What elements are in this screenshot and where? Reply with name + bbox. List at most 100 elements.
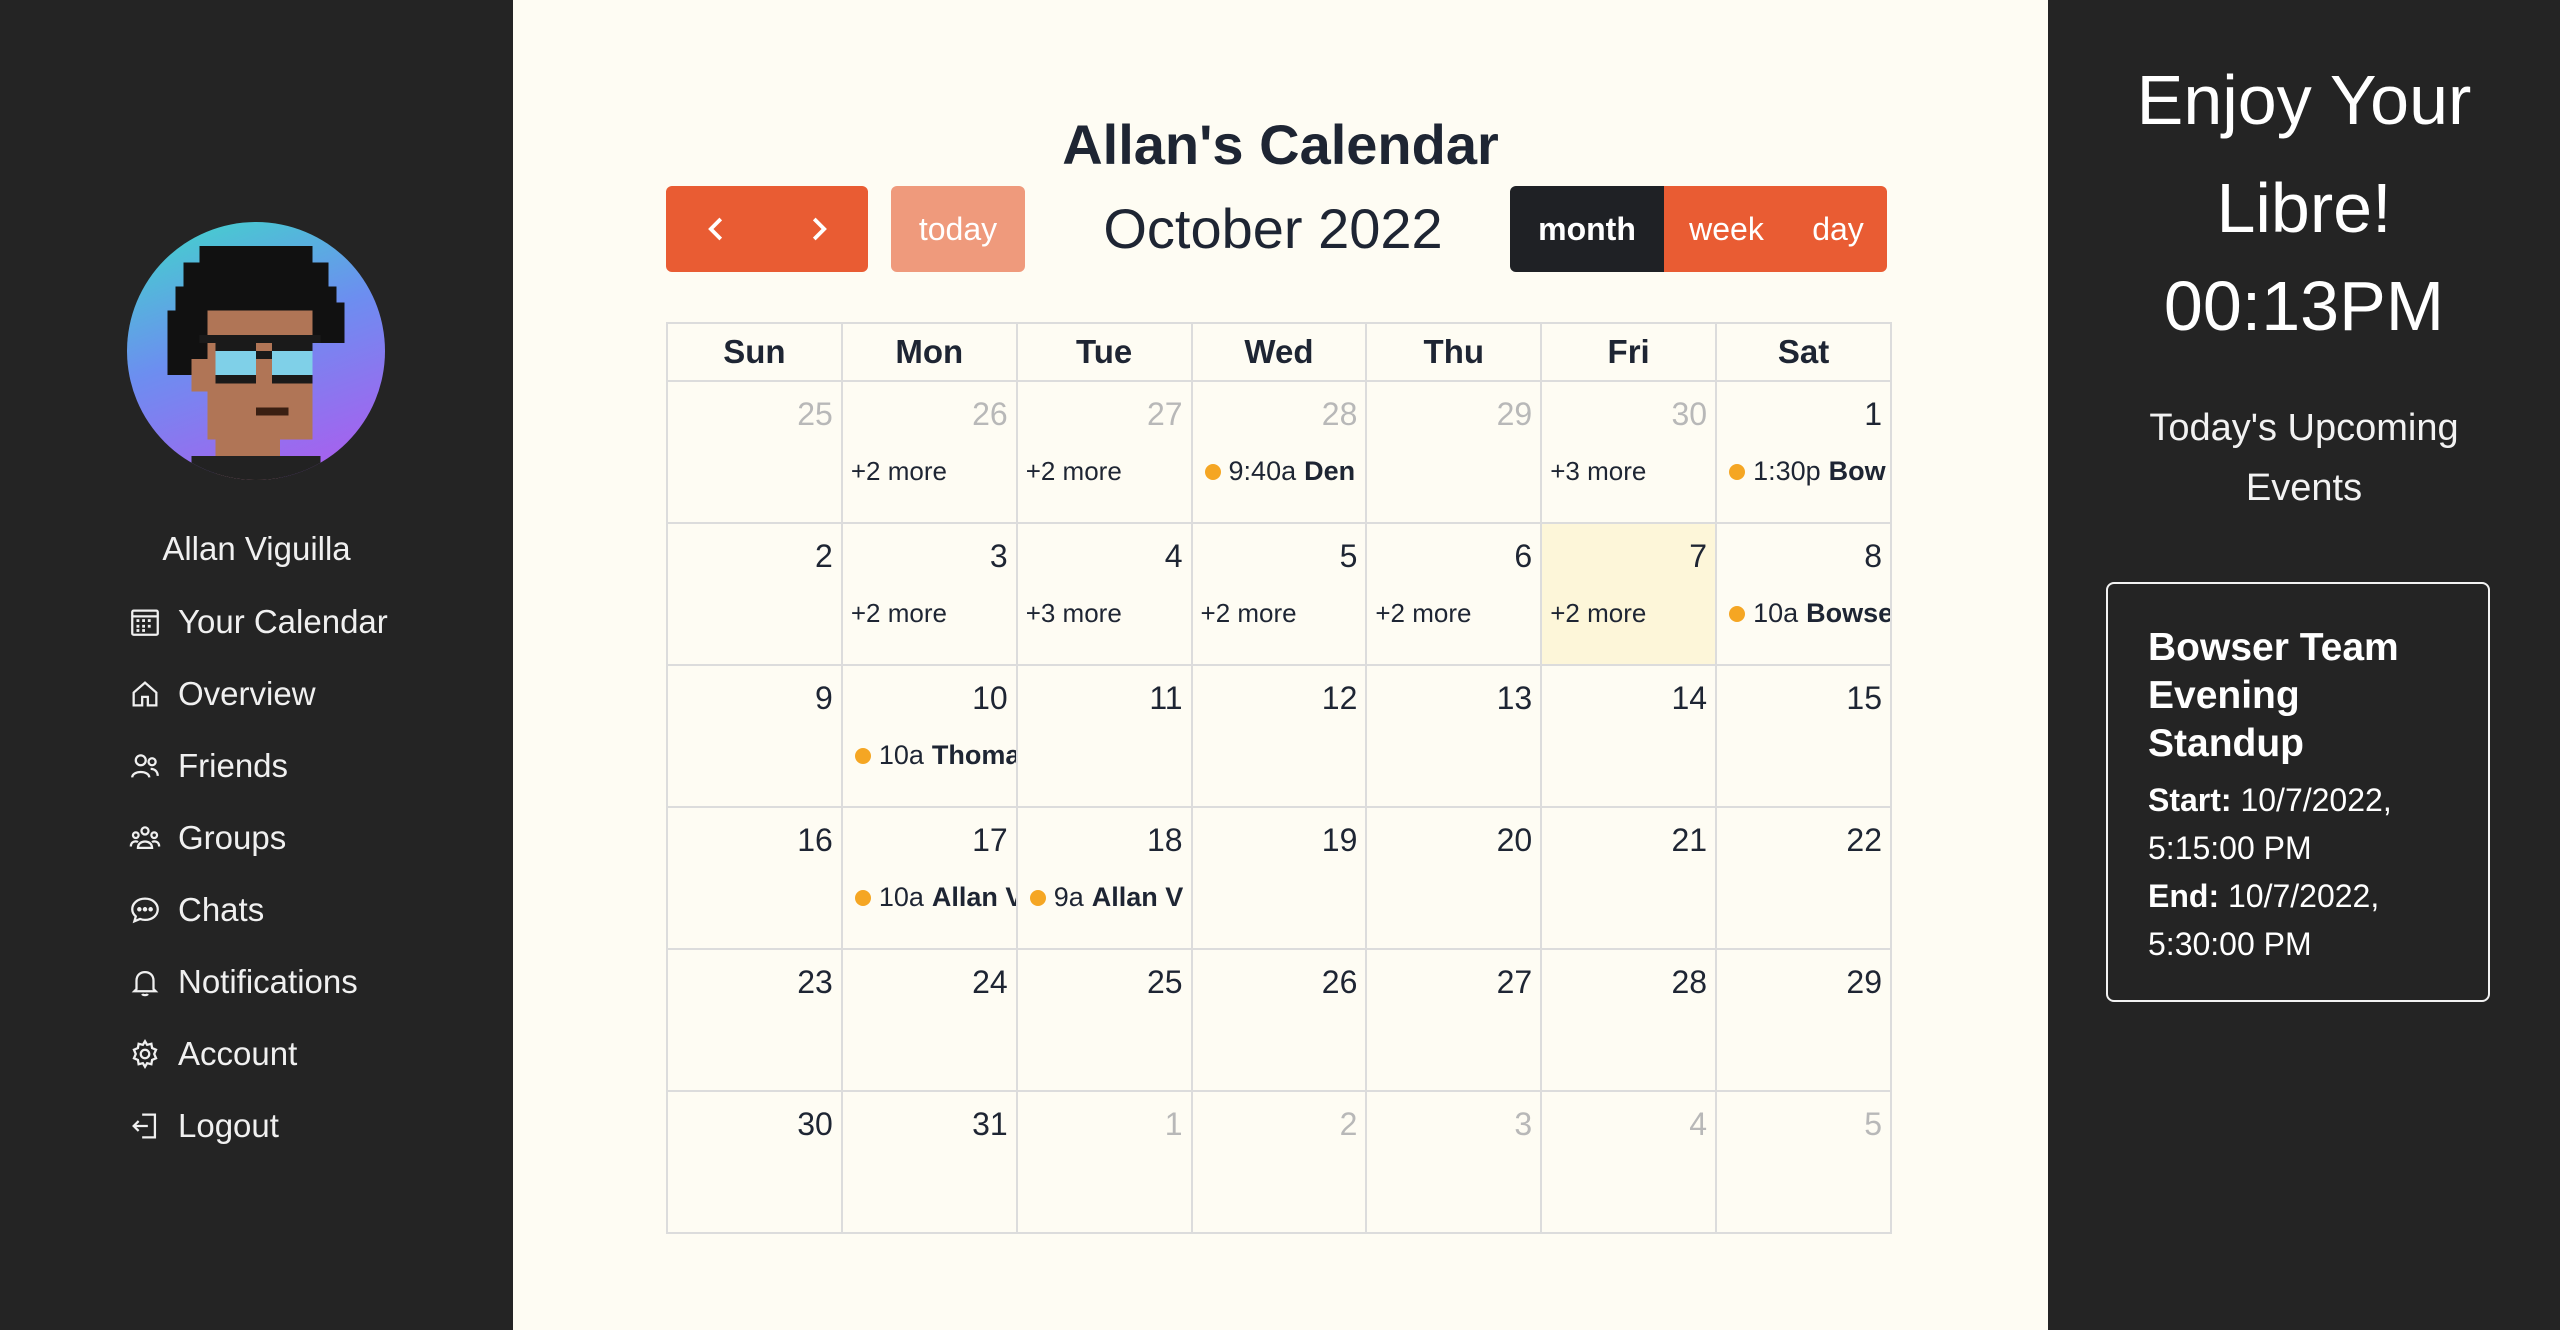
day-cell[interactable]: 7 +2 more (1540, 522, 1718, 666)
day-cell[interactable]: 4 (1540, 1090, 1718, 1234)
day-cell[interactable]: 15 (1715, 664, 1892, 808)
more-events-link[interactable]: +2 more (1194, 598, 1365, 629)
day-number[interactable]: 13 (1368, 667, 1539, 722)
day-number[interactable]: 8 (1718, 525, 1889, 580)
day-cell[interactable]: 18 9a Allan V (1015, 806, 1193, 950)
day-number[interactable]: 30 (669, 1093, 840, 1148)
day-number[interactable]: 31 (844, 1093, 1015, 1148)
day-number[interactable]: 27 (1368, 951, 1539, 1006)
day-number[interactable]: 28 (1194, 383, 1365, 438)
day-number[interactable]: 21 (1543, 809, 1714, 864)
day-cell[interactable]: 27 (1365, 948, 1543, 1092)
day-number[interactable]: 26 (1194, 951, 1365, 1006)
day-number[interactable]: 3 (844, 525, 1015, 580)
day-cell[interactable]: 6 +2 more (1365, 522, 1543, 666)
day-number[interactable]: 3 (1368, 1093, 1539, 1148)
day-number[interactable]: 18 (1019, 809, 1190, 864)
calendar-event[interactable]: 10a Bowse (1718, 598, 1889, 629)
day-number[interactable]: 10 (844, 667, 1015, 722)
more-events-link[interactable]: +2 more (1019, 456, 1190, 487)
day-cell[interactable]: 28 9:40a Den (1190, 380, 1368, 524)
day-number[interactable]: 27 (1019, 383, 1190, 438)
view-day-button[interactable]: day (1789, 186, 1887, 272)
view-month-button[interactable]: month (1510, 186, 1664, 272)
next-month-button[interactable] (767, 186, 868, 272)
day-number[interactable]: 9 (669, 667, 840, 722)
view-week-button[interactable]: week (1664, 186, 1789, 272)
day-number[interactable]: 26 (844, 383, 1015, 438)
calendar-event[interactable]: 9:40a Den (1194, 456, 1365, 487)
day-cell[interactable]: 14 (1540, 664, 1718, 808)
day-number[interactable]: 25 (669, 383, 840, 438)
day-cell[interactable]: 20 (1365, 806, 1543, 950)
day-number[interactable]: 20 (1368, 809, 1539, 864)
day-cell[interactable]: 22 (1715, 806, 1892, 950)
day-cell[interactable]: 17 10a Allan V (840, 806, 1018, 950)
day-cell[interactable]: 1 1:30p Bow (1715, 380, 1892, 524)
sidebar-item-account[interactable]: Account (128, 1018, 388, 1090)
sidebar-item-groups[interactable]: Groups (128, 802, 388, 874)
day-cell[interactable]: 26 (1190, 948, 1368, 1092)
day-cell[interactable]: 24 (840, 948, 1018, 1092)
avatar[interactable] (127, 222, 385, 480)
day-cell[interactable]: 31 (840, 1090, 1018, 1234)
day-cell[interactable]: 5 +2 more (1190, 522, 1368, 666)
day-number[interactable]: 15 (1718, 667, 1889, 722)
calendar-event[interactable]: 1:30p Bow (1718, 456, 1889, 487)
day-cell[interactable]: 30 +3 more (1540, 380, 1718, 524)
day-number[interactable]: 22 (1718, 809, 1889, 864)
day-cell[interactable]: 30 (666, 1090, 843, 1234)
day-cell[interactable]: 4 +3 more (1015, 522, 1193, 666)
day-number[interactable]: 17 (844, 809, 1015, 864)
prev-month-button[interactable] (666, 186, 767, 272)
day-number[interactable]: 30 (1543, 383, 1714, 438)
more-events-link[interactable]: +2 more (844, 456, 1015, 487)
day-cell[interactable]: 29 (1715, 948, 1892, 1092)
sidebar-item-chats[interactable]: Chats (128, 874, 388, 946)
day-cell[interactable]: 3 (1365, 1090, 1543, 1234)
day-cell[interactable]: 12 (1190, 664, 1368, 808)
day-number[interactable]: 5 (1718, 1093, 1889, 1148)
day-number[interactable]: 5 (1194, 525, 1365, 580)
day-number[interactable]: 2 (1194, 1093, 1365, 1148)
day-number[interactable]: 29 (1718, 951, 1889, 1006)
day-number[interactable]: 6 (1368, 525, 1539, 580)
sidebar-item-friends[interactable]: Friends (128, 730, 388, 802)
day-cell[interactable]: 2 (666, 522, 843, 666)
sidebar-item-your-calendar[interactable]: Your Calendar (128, 586, 388, 658)
day-number[interactable]: 11 (1019, 667, 1190, 722)
day-cell[interactable]: 27 +2 more (1015, 380, 1193, 524)
day-cell[interactable]: 5 (1715, 1090, 1892, 1234)
day-cell[interactable]: 9 (666, 664, 843, 808)
calendar-event[interactable]: 10a Thoma (844, 740, 1015, 771)
day-number[interactable]: 19 (1194, 809, 1365, 864)
day-number[interactable]: 16 (669, 809, 840, 864)
today-button[interactable]: today (891, 186, 1025, 272)
more-events-link[interactable]: +3 more (1543, 456, 1714, 487)
sidebar-item-logout[interactable]: Logout (128, 1090, 388, 1162)
day-number[interactable]: 1 (1718, 383, 1889, 438)
day-number[interactable]: 29 (1368, 383, 1539, 438)
day-number[interactable]: 28 (1543, 951, 1714, 1006)
day-number[interactable]: 23 (669, 951, 840, 1006)
day-cell[interactable]: 26 +2 more (840, 380, 1018, 524)
day-cell[interactable]: 1 (1015, 1090, 1193, 1234)
day-cell[interactable]: 21 (1540, 806, 1718, 950)
day-number[interactable]: 25 (1019, 951, 1190, 1006)
sidebar-item-overview[interactable]: Overview (128, 658, 388, 730)
day-cell[interactable]: 19 (1190, 806, 1368, 950)
day-cell[interactable]: 16 (666, 806, 843, 950)
day-number[interactable]: 24 (844, 951, 1015, 1006)
sidebar-item-notifications[interactable]: Notifications (128, 946, 388, 1018)
day-cell[interactable]: 3 +2 more (840, 522, 1018, 666)
day-cell[interactable]: 25 (666, 380, 843, 524)
day-cell[interactable]: 2 (1190, 1090, 1368, 1234)
upcoming-event-card[interactable]: Bowser Team Evening Standup Start: 10/7/… (2106, 582, 2490, 1002)
day-cell[interactable]: 28 (1540, 948, 1718, 1092)
day-cell[interactable]: 11 (1015, 664, 1193, 808)
more-events-link[interactable]: +2 more (844, 598, 1015, 629)
day-number[interactable]: 4 (1543, 1093, 1714, 1148)
day-number[interactable]: 14 (1543, 667, 1714, 722)
calendar-event[interactable]: 9a Allan V (1019, 882, 1190, 913)
more-events-link[interactable]: +2 more (1543, 598, 1714, 629)
